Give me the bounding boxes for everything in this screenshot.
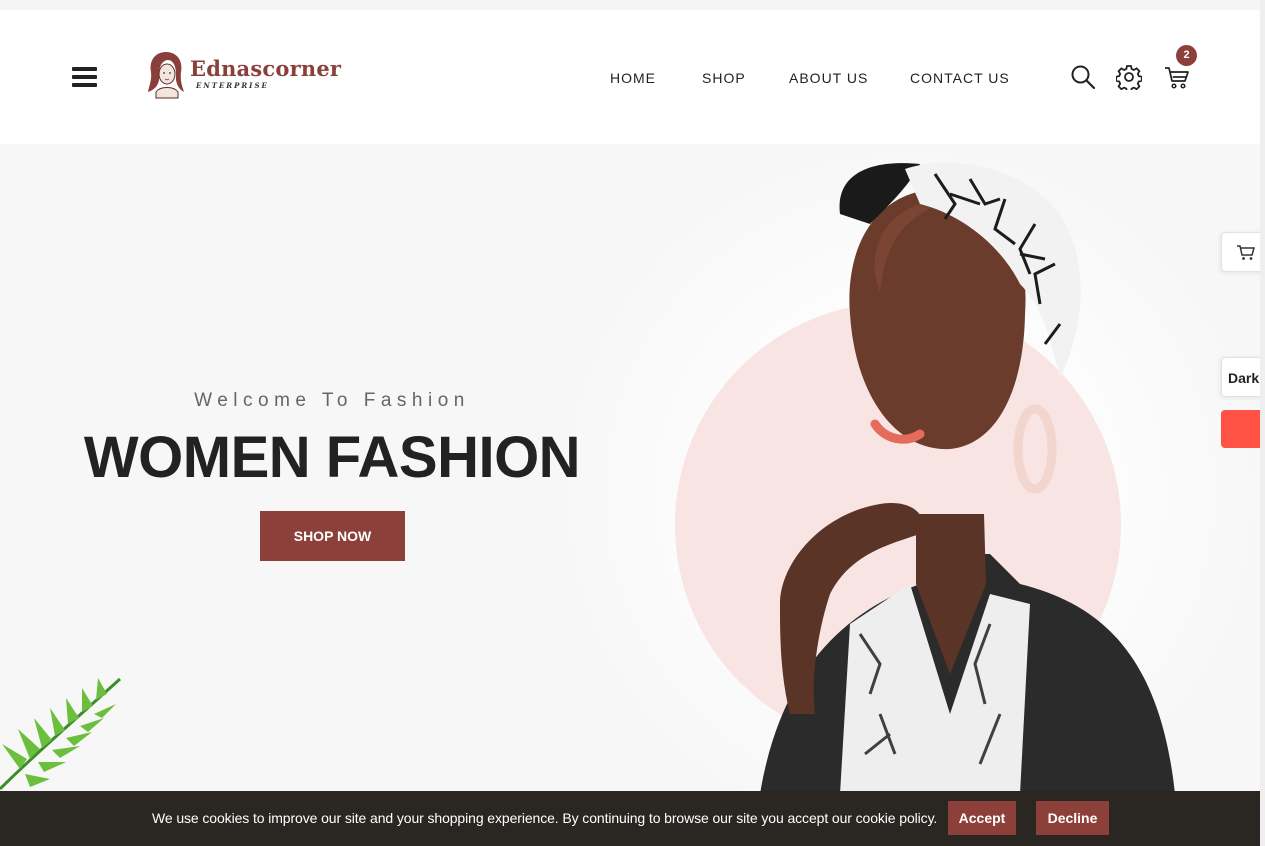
dark-mode-toggle[interactable]: Dark xyxy=(1221,357,1265,397)
nav-shop[interactable]: SHOP xyxy=(702,70,746,86)
scrollbar[interactable] xyxy=(1260,0,1265,846)
cookie-accept-button[interactable]: Accept xyxy=(948,801,1016,835)
leaf-decoration xyxy=(0,677,122,791)
cart-count-badge: 2 xyxy=(1176,45,1197,66)
search-icon[interactable] xyxy=(1070,64,1096,95)
hero-title: WOMEN FASHION xyxy=(83,425,581,490)
side-cart-widget[interactable] xyxy=(1221,232,1265,272)
hero-subtitle: Welcome To Fashion xyxy=(194,390,470,411)
cart-icon xyxy=(1237,245,1255,260)
hamburger-menu-icon[interactable] xyxy=(72,67,97,87)
brand-logo[interactable]: Ednascorner ENTERPRISE xyxy=(146,48,341,100)
top-strip xyxy=(0,0,1265,10)
side-accent-widget[interactable] xyxy=(1221,410,1265,448)
hero-model-image xyxy=(760,162,1175,791)
brand-name: Ednascorner xyxy=(190,56,342,81)
nav-about-us[interactable]: ABOUT US xyxy=(789,70,868,86)
cookie-decline-button[interactable]: Decline xyxy=(1036,801,1109,835)
brand-tagline: ENTERPRISE xyxy=(196,81,269,90)
nav-contact-us[interactable]: CONTACT US xyxy=(910,70,1010,86)
cart-icon[interactable] xyxy=(1164,65,1190,96)
gear-icon[interactable] xyxy=(1115,64,1143,95)
cookie-banner: We use cookies to improve our site and y… xyxy=(0,791,1260,846)
cookie-message: We use cookies to improve our site and y… xyxy=(152,810,938,826)
logo-portrait-icon xyxy=(148,52,184,99)
nav-home[interactable]: HOME xyxy=(610,70,656,86)
hero-banner: Welcome To Fashion WOMEN FASHION SHOP NO… xyxy=(0,144,1260,791)
shop-now-button[interactable]: SHOP NOW xyxy=(260,511,405,561)
site-header: Ednascorner ENTERPRISE HOME SHOP ABOUT U… xyxy=(0,10,1260,144)
